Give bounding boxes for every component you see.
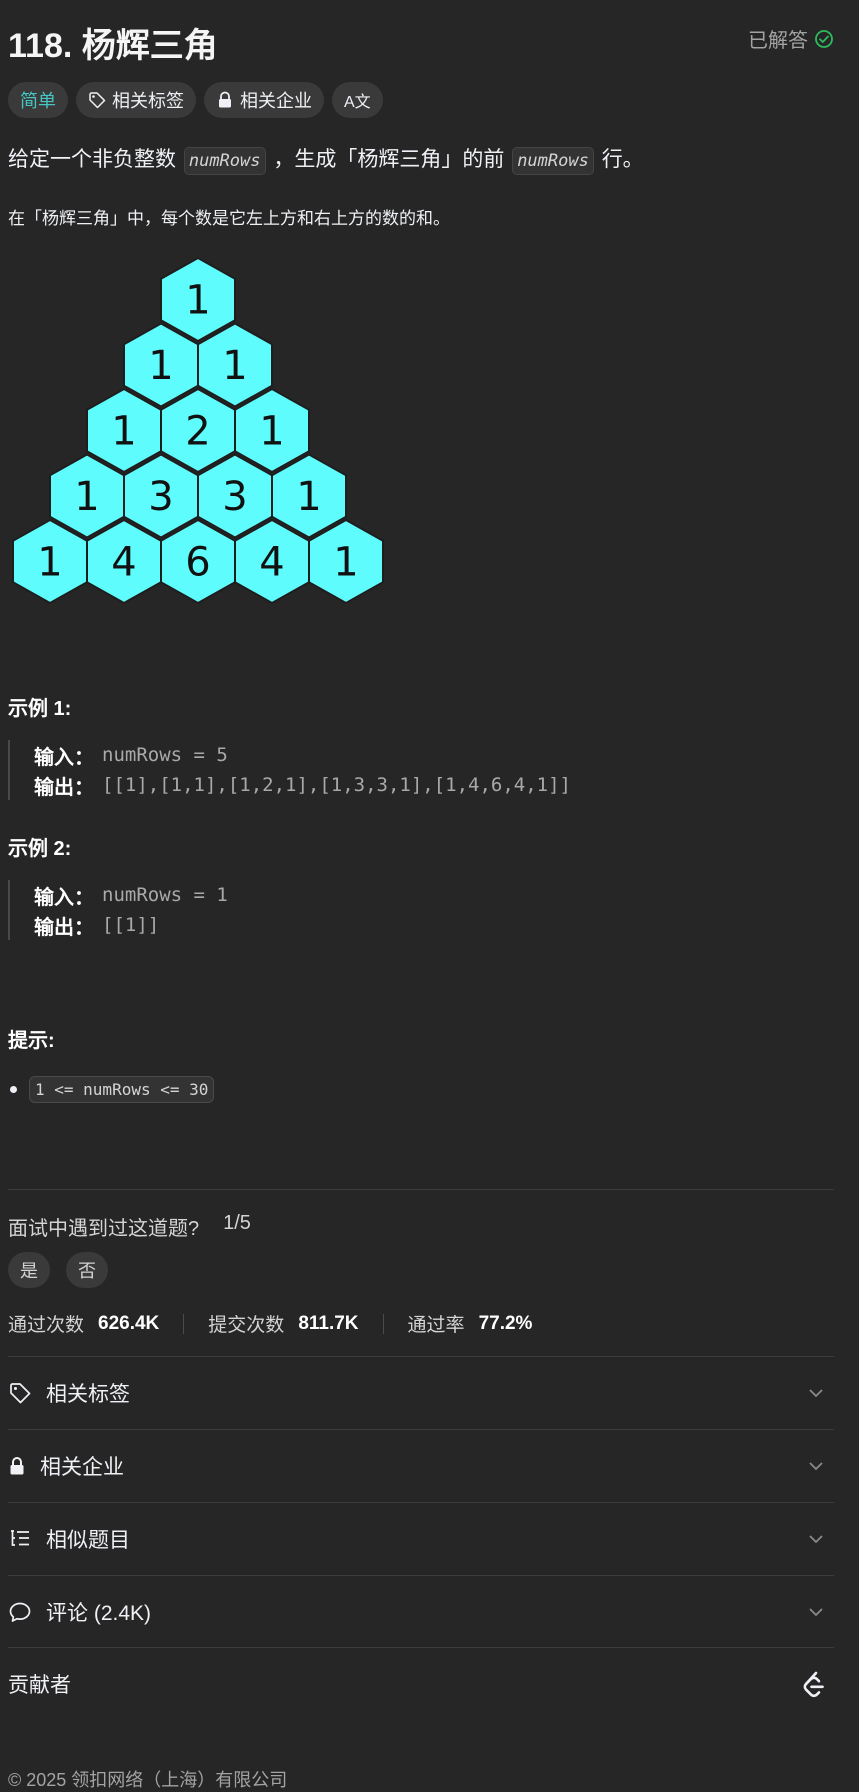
accordion-similar-questions[interactable]: 相似题目 xyxy=(8,1503,834,1575)
submissions-label: 提交次数 xyxy=(208,1315,285,1336)
tag-icon xyxy=(89,92,106,109)
output-value: [[1],[1,1],[1,2,1],[1,3,3,1],[1,4,6,4,1]… xyxy=(102,774,571,796)
pyramid-number: 3 xyxy=(222,474,247,520)
example-1-title: 示例 1: xyxy=(8,698,72,720)
accordion-label: 评论 (2.4K) xyxy=(46,1602,152,1625)
pyramid-number: 6 xyxy=(185,540,210,586)
leetcode-logo-icon xyxy=(803,1671,824,1698)
pyramid-number: 1 xyxy=(148,343,173,389)
stats-bar: 通过次数 626.4K 提交次数 811.7K 通过率 77.2% xyxy=(8,1310,532,1337)
accordion-label: 相似题目 xyxy=(46,1529,130,1552)
example-2-input: 输入： numRows = 1 xyxy=(34,880,228,910)
contributors-row[interactable]: 贡献者 xyxy=(8,1648,834,1720)
stats-separator xyxy=(382,1313,384,1334)
desc-text-b: ，生成「杨辉三角」的前 xyxy=(273,148,505,171)
stats-separator xyxy=(183,1313,185,1334)
divider xyxy=(8,1189,834,1190)
interview-count: 1/5 xyxy=(223,1212,251,1234)
difficulty-label: 简单 xyxy=(20,91,56,111)
acceptance-rate-value: 77.2% xyxy=(478,1312,533,1334)
interview-answer: 是 否 xyxy=(8,1252,108,1288)
interview-label: 面试中遇到过这道题? xyxy=(8,1218,200,1240)
accordion-label: 相关企业 xyxy=(40,1456,124,1479)
input-label: 输入： xyxy=(34,886,94,909)
description-line-2: 在「杨辉三角」中，每个数是它左上方和右上方的数的和。 xyxy=(8,209,450,228)
pyramid-number: 4 xyxy=(111,540,136,586)
accordion-related-tags[interactable]: 相关标签 xyxy=(8,1357,834,1429)
related-tags-label: 相关标签 xyxy=(112,91,184,111)
example-2-block: 输入： numRows = 1 输出： [[1]] xyxy=(8,880,228,940)
pyramid-number: 1 xyxy=(259,409,284,455)
hints-title: 提示: xyxy=(8,1030,55,1052)
chevron-down-icon xyxy=(809,1535,823,1544)
input-label: 输入： xyxy=(34,746,94,769)
desc-text-a: 给定一个非负整数 xyxy=(8,148,176,171)
output-label: 输出： xyxy=(34,916,94,939)
pyramid-number: 1 xyxy=(185,278,210,324)
desc-text-c: 行。 xyxy=(601,148,644,171)
no-button[interactable]: 否 xyxy=(66,1252,108,1288)
related-companies-button[interactable]: 相关企业 xyxy=(204,82,324,118)
description-line-1: 给定一个非负整数 numRows ，生成「杨辉三角」的前 numRows 行。 xyxy=(8,144,644,176)
accordion-related-companies[interactable]: 相关企业 xyxy=(8,1430,834,1502)
pyramid-number: 1 xyxy=(296,474,321,520)
acceptance-rate-label: 通过率 xyxy=(407,1315,465,1336)
pyramid-number: 1 xyxy=(333,540,358,586)
lock-icon xyxy=(8,1454,26,1478)
list-icon xyxy=(8,1527,32,1551)
related-companies-label: 相关企业 xyxy=(240,91,312,111)
input-value: numRows = 1 xyxy=(102,884,228,906)
check-circle-icon xyxy=(815,29,833,48)
inline-code-numrows-2: numRows xyxy=(512,147,594,175)
example-1-output: 输出： [[1],[1,1],[1,2,1],[1,3,3,1],[1,4,6,… xyxy=(34,770,571,800)
submissions-value: 811.7K xyxy=(298,1312,359,1334)
input-value: numRows = 5 xyxy=(102,744,228,766)
example-1-block: 输入： numRows = 5 输出： [[1],[1,1],[1,2,1],[… xyxy=(8,740,571,800)
solved-status: 已解答 xyxy=(748,24,834,53)
pyramid-number: 1 xyxy=(222,343,247,389)
inline-code-numrows: numRows xyxy=(183,147,266,175)
comment-icon xyxy=(8,1600,32,1624)
tag-bar: 简单 相关标签 相关企业 A文 xyxy=(8,82,383,118)
example-2-title: 示例 2: xyxy=(8,838,72,860)
problem-title: 118. 杨辉三角 xyxy=(8,27,218,65)
output-label: 输出： xyxy=(34,776,94,799)
footer-copyright: © 2025 领扣网络（上海）有限公司 xyxy=(8,1770,288,1790)
pyramid-number: 2 xyxy=(185,409,210,455)
interview-question: 面试中遇到过这道题? 1/5 xyxy=(8,1212,251,1241)
pyramid-number: 1 xyxy=(74,474,99,520)
pyramid-number: 3 xyxy=(148,474,173,520)
difficulty-tag[interactable]: 简单 xyxy=(8,82,68,118)
example-1-input: 输入： numRows = 5 xyxy=(34,740,571,770)
solved-label: 已解答 xyxy=(748,30,808,52)
translate-button[interactable]: A文 xyxy=(332,82,383,118)
title-row: 118. 杨辉三角 已解答 xyxy=(8,14,834,65)
yes-button[interactable]: 是 xyxy=(8,1252,50,1288)
accepted-label: 通过次数 xyxy=(8,1315,85,1336)
chevron-down-icon xyxy=(809,1462,823,1471)
chevron-down-icon xyxy=(809,1608,823,1617)
pyramid-number: 1 xyxy=(37,540,62,586)
pascal-triangle-illustration: 11 11 2 11 3 3 11 4 6 4 1 xyxy=(12,256,384,605)
lock-icon xyxy=(219,91,231,108)
accordion-label: 相关标签 xyxy=(46,1383,130,1406)
hint-item: 1 <= numRows <= 30 xyxy=(8,1076,215,1103)
related-tags-button[interactable]: 相关标签 xyxy=(76,82,196,118)
tag-icon xyxy=(8,1381,32,1405)
contributors-label: 贡献者 xyxy=(8,1674,71,1697)
chevron-down-icon xyxy=(809,1389,823,1398)
output-value: [[1]] xyxy=(102,914,160,936)
example-2-output: 输出： [[1]] xyxy=(34,910,228,940)
pyramid-number: 4 xyxy=(259,540,284,586)
hint-code: 1 <= numRows <= 30 xyxy=(29,1076,215,1103)
bullet-icon xyxy=(10,1086,17,1093)
accepted-value: 626.4K xyxy=(98,1312,160,1334)
pyramid-number: 1 xyxy=(111,409,136,455)
accordion-comments[interactable]: 评论 (2.4K) xyxy=(8,1576,834,1648)
translate-icon: A文 xyxy=(344,94,371,111)
